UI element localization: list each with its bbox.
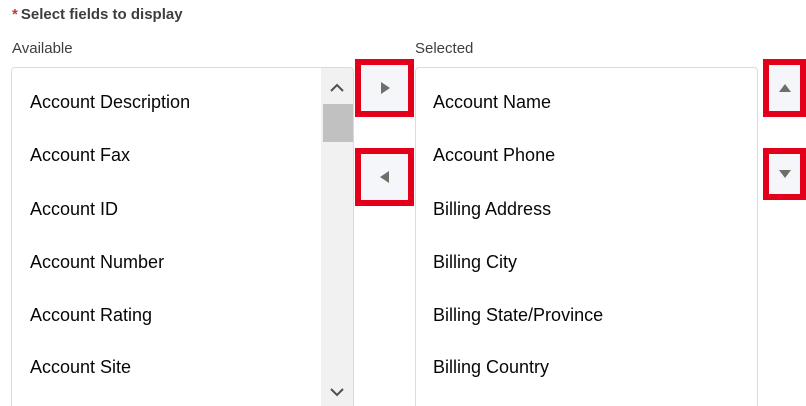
move-up-button[interactable] xyxy=(763,59,806,117)
available-label: Available xyxy=(12,40,73,57)
available-item[interactable]: Account Fax xyxy=(30,135,130,175)
available-item[interactable]: Account Site xyxy=(30,347,131,387)
available-item[interactable]: Account ID xyxy=(30,189,118,229)
selected-item[interactable]: Account Phone xyxy=(433,135,555,175)
available-item[interactable]: Account Number xyxy=(30,242,164,282)
selected-listbox[interactable]: Account Name Account Phone Billing Addre… xyxy=(415,67,758,406)
chevron-up-icon[interactable] xyxy=(321,76,353,100)
selected-item[interactable]: Billing State/Province xyxy=(433,295,603,335)
available-item[interactable]: Account Description xyxy=(30,82,190,122)
move-to-selected-button[interactable] xyxy=(355,59,414,117)
triangle-right-icon xyxy=(380,82,390,94)
required-marker: * xyxy=(12,6,18,23)
move-to-available-button[interactable] xyxy=(355,148,414,206)
field-title-text: Select fields to display xyxy=(20,6,183,23)
selected-label: Selected xyxy=(415,40,474,57)
triangle-down-icon xyxy=(778,170,791,178)
scrollbar-thumb[interactable] xyxy=(323,104,353,142)
selected-item[interactable]: Billing Address xyxy=(433,189,551,229)
available-scrollbar[interactable] xyxy=(321,68,353,406)
available-item[interactable]: Account Rating xyxy=(30,295,152,335)
selected-item[interactable]: Account Name xyxy=(433,82,551,122)
move-down-button[interactable] xyxy=(763,148,806,200)
selected-item[interactable]: Billing Country xyxy=(433,347,549,387)
dual-listbox: * Select fields to display Available Sele… xyxy=(0,0,806,406)
available-listbox[interactable]: Account Description Account Fax Account … xyxy=(11,67,354,406)
field-title: * Select fields to display xyxy=(12,6,183,23)
selected-item[interactable]: Billing City xyxy=(433,242,517,282)
chevron-down-icon[interactable] xyxy=(321,380,353,404)
triangle-left-icon xyxy=(379,171,389,183)
triangle-up-icon xyxy=(778,84,791,92)
